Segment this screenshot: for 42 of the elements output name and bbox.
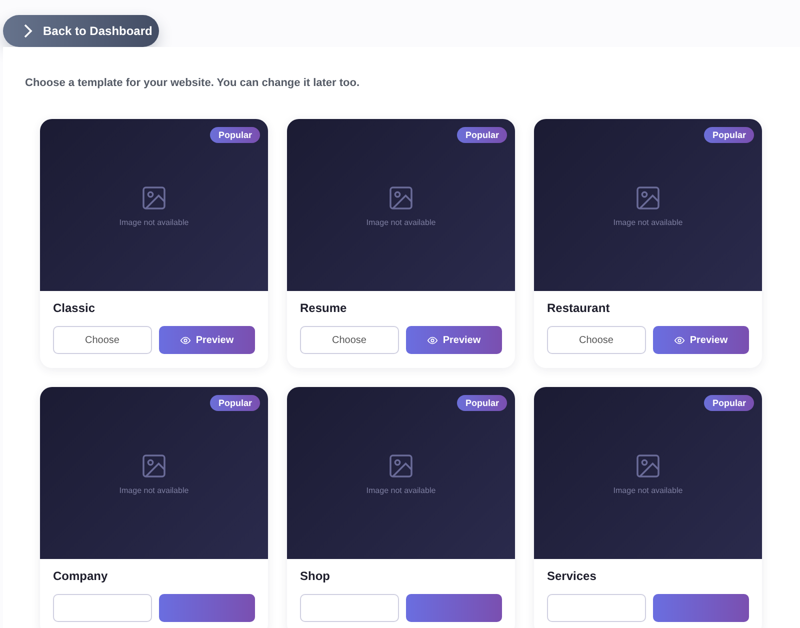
choose-button[interactable]: Choose bbox=[300, 326, 398, 354]
back-button[interactable]: Back to Dashboard bbox=[3, 15, 159, 47]
intro-text: Choose a template for your website. You can change it later too. bbox=[25, 77, 361, 89]
image-icon bbox=[634, 452, 662, 480]
choose-button[interactable] bbox=[53, 594, 152, 622]
template-title: Services bbox=[547, 569, 598, 583]
placeholder-text: Image not available bbox=[119, 218, 189, 226]
preview-button[interactable]: Preview bbox=[406, 326, 502, 354]
eye-icon bbox=[426, 334, 438, 346]
popular-badge: Popular bbox=[457, 395, 507, 411]
chevron-right-icon bbox=[23, 24, 33, 38]
choose-button[interactable] bbox=[300, 594, 398, 622]
template-title: Company bbox=[53, 569, 109, 583]
preview-button[interactable] bbox=[158, 594, 255, 622]
popular-badge: Popular bbox=[704, 127, 754, 143]
image-icon bbox=[387, 184, 415, 212]
image-icon bbox=[634, 184, 662, 212]
eye-icon bbox=[674, 334, 685, 346]
image-icon bbox=[140, 452, 168, 480]
preview-button[interactable]: Preview bbox=[652, 326, 749, 354]
template-title: Restaurant bbox=[547, 301, 611, 315]
placeholder-text: Image not available bbox=[613, 218, 683, 226]
choose-button[interactable]: Choose bbox=[547, 326, 646, 354]
placeholder-text: Image not available bbox=[119, 486, 189, 494]
template-title: Resume bbox=[300, 301, 348, 315]
image-icon bbox=[387, 452, 415, 480]
choose-button[interactable]: Choose bbox=[53, 326, 152, 354]
template-title: Classic bbox=[53, 301, 96, 315]
eye-icon bbox=[180, 334, 191, 346]
preview-button[interactable] bbox=[406, 594, 502, 622]
placeholder-text: Image not available bbox=[366, 486, 436, 494]
placeholder-text: Image not available bbox=[366, 218, 436, 226]
placeholder-text: Image not available bbox=[613, 486, 683, 494]
image-icon bbox=[140, 184, 168, 212]
popular-badge: Popular bbox=[704, 395, 754, 411]
popular-badge: Popular bbox=[210, 395, 260, 411]
template-title: Shop bbox=[300, 569, 331, 583]
preview-button[interactable] bbox=[652, 594, 749, 622]
popular-badge: Popular bbox=[210, 127, 260, 143]
choose-button[interactable] bbox=[547, 594, 646, 622]
popular-badge: Popular bbox=[457, 127, 507, 143]
preview-button[interactable]: Preview bbox=[158, 326, 255, 354]
